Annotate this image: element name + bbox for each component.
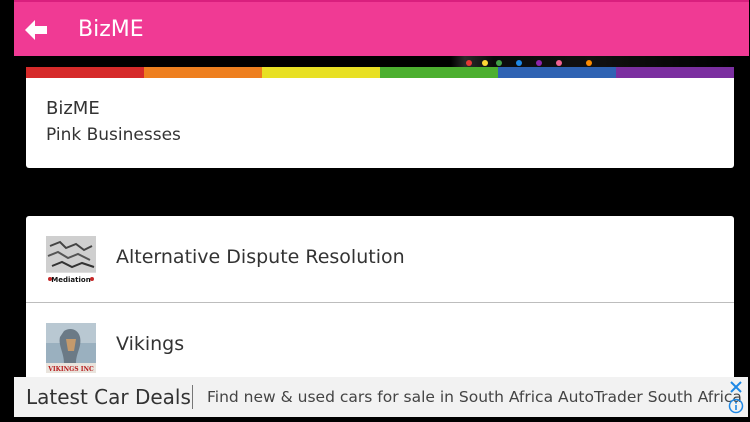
- app-screen: BizME BizME Pink Businesses Mediation Al…: [0, 0, 750, 422]
- vikings-logo-image: VIKINGS INC: [46, 323, 96, 373]
- rainbow-stripe-yellow: [262, 67, 380, 78]
- ad-description[interactable]: Find new & used cars for sale in South A…: [207, 388, 742, 406]
- back-arrow-icon: [25, 20, 47, 40]
- page-title: BizME: [78, 17, 144, 42]
- thumb-caption: Mediation: [51, 276, 90, 284]
- directory-header-card: BizME Pink Businesses: [26, 78, 734, 168]
- mediation-logo-image: Mediation: [46, 236, 96, 286]
- close-icon: [730, 381, 742, 393]
- ad-info-button[interactable]: [728, 398, 744, 414]
- ad-close-button[interactable]: [728, 379, 744, 395]
- rainbow-stripe-orange: [144, 67, 262, 78]
- list-item-alternative-dispute-resolution[interactable]: Mediation Alternative Dispute Resolution: [26, 216, 734, 302]
- rainbow-stripe-purple: [616, 67, 734, 78]
- directory-name: BizME: [46, 98, 100, 119]
- rainbow-stripe-blue: [498, 67, 616, 78]
- info-icon: [728, 398, 744, 414]
- rainbow-stripe-red: [26, 67, 144, 78]
- business-thumbnail: Mediation: [46, 236, 96, 286]
- rainbow-band: [26, 67, 734, 78]
- back-button[interactable]: [22, 16, 50, 44]
- thumb-caption: VIKINGS INC: [47, 366, 94, 373]
- directory-category: Pink Businesses: [46, 125, 181, 145]
- ad-divider: [192, 385, 193, 409]
- rainbow-stripe-green: [380, 67, 498, 78]
- ad-banner[interactable]: Latest Car Deals Find new & used cars fo…: [14, 377, 748, 417]
- list-item-label: Alternative Dispute Resolution: [116, 246, 405, 268]
- list-item-label: Vikings: [116, 333, 185, 355]
- app-bar: BizME: [14, 0, 749, 56]
- list-item-vikings[interactable]: VIKINGS INC Vikings: [26, 302, 734, 386]
- business-thumbnail: VIKINGS INC: [46, 323, 96, 373]
- business-list: Mediation Alternative Dispute Resolution…: [26, 216, 734, 386]
- ad-headline[interactable]: Latest Car Deals: [26, 385, 191, 409]
